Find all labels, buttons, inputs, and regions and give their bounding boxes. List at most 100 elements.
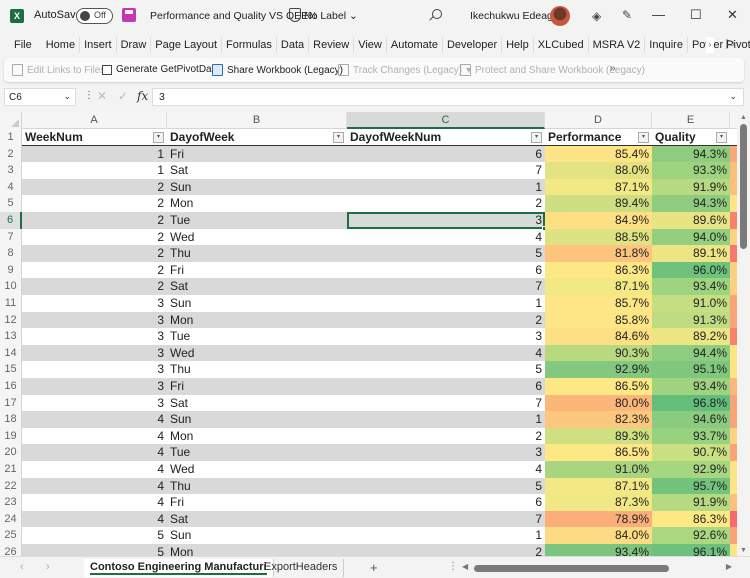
- minimize-button[interactable]: —: [652, 7, 665, 22]
- cell-quality[interactable]: 89.1%: [652, 245, 730, 262]
- sheet-tab-splitter[interactable]: ⋮: [448, 561, 458, 572]
- edit-links-button[interactable]: Edit Links to Files: [12, 64, 105, 76]
- row-number[interactable]: 22: [0, 477, 22, 495]
- cell-quality[interactable]: 91.0%: [652, 295, 730, 312]
- cell-oee-partial[interactable]: [730, 278, 737, 295]
- cell-dayofweek[interactable]: Sat: [167, 510, 347, 528]
- cell-dayofweeknum[interactable]: 7: [347, 510, 545, 528]
- spreadsheet-grid[interactable]: ABCDE 1 WeekNum ▾ DayofWeek ▾ DayofWeekNum ▾ Pe…: [0, 112, 737, 556]
- cell-performance[interactable]: 87.1%: [545, 477, 652, 495]
- cell-performance[interactable]: 85.7%: [545, 295, 652, 312]
- cell-quality[interactable]: 95.7%: [652, 477, 730, 495]
- row-number[interactable]: 26: [0, 544, 22, 556]
- cell-dayofweeknum[interactable]: 7: [347, 278, 545, 295]
- cell-oee-partial[interactable]: [730, 477, 737, 495]
- row-number[interactable]: 11: [0, 295, 22, 312]
- cell-dayofweek[interactable]: Wed: [167, 229, 347, 246]
- cell-weeknum[interactable]: 4: [22, 411, 167, 428]
- cell-performance[interactable]: 81.8%: [545, 245, 652, 262]
- cell-weeknum[interactable]: 2: [22, 178, 167, 196]
- cell-dayofweeknum[interactable]: 2: [347, 311, 545, 329]
- header-cell-dayofweeknum[interactable]: DayofWeekNum ▾: [347, 129, 545, 146]
- cell-dayofweek[interactable]: Mon: [167, 195, 347, 212]
- cell-dayofweek[interactable]: Thu: [167, 361, 347, 378]
- cell-dayofweek[interactable]: Tue: [167, 212, 347, 229]
- cell-oee-partial[interactable]: [730, 228, 737, 246]
- more-commands-button[interactable]: »: [610, 63, 616, 74]
- cell-performance[interactable]: 93.4%: [545, 544, 652, 556]
- cell-dayofweek[interactable]: Sat: [167, 162, 347, 179]
- row-number[interactable]: 21: [0, 461, 22, 478]
- cell-quality[interactable]: 93.3%: [652, 162, 730, 179]
- ribbon-tab-view[interactable]: View: [354, 37, 387, 53]
- cell-performance[interactable]: 92.9%: [545, 361, 652, 378]
- cell-performance[interactable]: 84.0%: [545, 527, 652, 544]
- row-number[interactable]: 4: [0, 178, 22, 196]
- row-number[interactable]: 19: [0, 427, 22, 445]
- row-number[interactable]: 14: [0, 344, 22, 362]
- cell-dayofweek[interactable]: Tue: [167, 328, 347, 345]
- cell-oee-partial[interactable]: [730, 527, 737, 544]
- vertical-scrollbar[interactable]: ▲ ▼: [737, 112, 750, 556]
- sheet-tab-exportheaders[interactable]: ExportHeaders: [258, 559, 345, 577]
- cell-performance[interactable]: 88.0%: [545, 162, 652, 179]
- cell-dayofweeknum[interactable]: 7: [347, 395, 545, 412]
- cell-dayofweek[interactable]: Fri: [167, 262, 347, 279]
- cell-dayofweeknum[interactable]: 3: [347, 212, 547, 231]
- cell-oee-partial[interactable]: [730, 328, 737, 345]
- cell-dayofweeknum[interactable]: 5: [347, 361, 545, 378]
- cell-performance[interactable]: 84.6%: [545, 328, 652, 345]
- generate-getpivotdata-checkbox[interactable]: Generate GetPivotData: [102, 64, 220, 75]
- row-number[interactable]: 8: [0, 245, 22, 262]
- cell-performance[interactable]: 84.9%: [545, 212, 652, 229]
- ribbon-tab-formulas[interactable]: Formulas: [222, 37, 277, 53]
- row-number[interactable]: 3: [0, 162, 22, 179]
- feedback-icon[interactable]: ⚐: [724, 37, 736, 53]
- cell-oee-partial[interactable]: [730, 178, 737, 196]
- ribbon-tab-xlcubed[interactable]: XLCubed: [534, 37, 589, 53]
- cell-quality[interactable]: 94.3%: [652, 145, 730, 163]
- cell-weeknum[interactable]: 3: [22, 344, 167, 362]
- cell-oee-partial[interactable]: [730, 378, 737, 395]
- cell-dayofweek[interactable]: Wed: [167, 461, 347, 478]
- cell-quality[interactable]: 91.9%: [652, 494, 730, 511]
- ribbon-tab-insert[interactable]: Insert: [80, 37, 117, 53]
- row-number[interactable]: 12: [0, 311, 22, 329]
- cell-oee-partial[interactable]: [730, 195, 737, 212]
- cell-weeknum[interactable]: 1: [22, 145, 167, 163]
- cell-quality[interactable]: 94.3%: [652, 195, 730, 212]
- cell-dayofweeknum[interactable]: 1: [347, 527, 545, 544]
- cell-performance[interactable]: 86.5%: [545, 378, 652, 395]
- cell-dayofweeknum[interactable]: 4: [347, 461, 545, 478]
- cell-oee-partial[interactable]: [730, 510, 737, 528]
- cell-weeknum[interactable]: 2: [22, 262, 167, 279]
- cell-weeknum[interactable]: 5: [22, 544, 167, 556]
- ribbon-scroll-right-button[interactable]: ›: [706, 37, 714, 53]
- cell-performance[interactable]: 86.3%: [545, 261, 652, 279]
- cell-quality[interactable]: 92.6%: [652, 527, 730, 544]
- filter-dropdown-icon[interactable]: ▾: [333, 132, 344, 143]
- cell-quality[interactable]: 94.6%: [652, 411, 730, 428]
- cell-dayofweeknum[interactable]: 1: [347, 411, 545, 428]
- cell-oee-partial[interactable]: [730, 145, 737, 163]
- cell-quality[interactable]: 91.9%: [652, 178, 730, 196]
- cell-weeknum[interactable]: 3: [22, 378, 167, 395]
- cell-oee-partial[interactable]: [730, 494, 737, 511]
- protect-share-button[interactable]: Protect and Share Workbook (Legacy): [460, 64, 645, 76]
- cell-performance[interactable]: 87.3%: [545, 494, 652, 511]
- cell-dayofweeknum[interactable]: 1: [347, 178, 545, 196]
- cell-oee-partial[interactable]: [730, 162, 737, 179]
- cell-weeknum[interactable]: 4: [22, 494, 167, 511]
- row-number[interactable]: 18: [0, 411, 22, 428]
- ribbon-tab-home[interactable]: Home: [42, 37, 81, 53]
- cell-oee-partial[interactable]: [730, 394, 737, 412]
- cell-performance[interactable]: 80.0%: [545, 394, 652, 412]
- cell-dayofweek[interactable]: Tue: [167, 444, 347, 461]
- cell-dayofweeknum[interactable]: 5: [347, 245, 545, 262]
- save-icon[interactable]: [122, 8, 136, 22]
- cell-weeknum[interactable]: 1: [22, 162, 167, 179]
- premium-diamond-icon[interactable]: ◈: [592, 9, 601, 23]
- row-number[interactable]: 13: [0, 328, 22, 345]
- ribbon-tab-developer[interactable]: Developer: [443, 37, 503, 53]
- cell-quality[interactable]: 96.0%: [652, 261, 730, 279]
